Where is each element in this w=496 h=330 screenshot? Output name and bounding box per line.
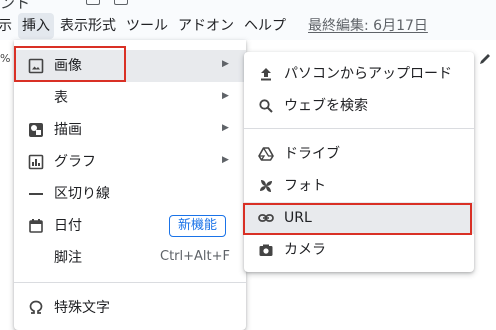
- insert-table-item[interactable]: 表 ▶: [14, 82, 246, 114]
- drive-item[interactable]: ドライブ: [244, 138, 474, 170]
- chart-icon: [28, 154, 44, 170]
- insert-chart-label: グラフ: [54, 154, 96, 170]
- menu-insert[interactable]: 挿入: [18, 13, 54, 39]
- calendar-icon: [28, 218, 44, 234]
- edit-mode-icon[interactable]: [478, 52, 492, 66]
- drive-icon: [258, 146, 274, 162]
- photos-icon: [258, 178, 274, 194]
- omega-icon: [28, 300, 44, 316]
- upload-from-computer-item[interactable]: パソコンからアップロード: [244, 58, 474, 90]
- insert-footnote-item[interactable]: 脚注 Ctrl+Alt+F: [14, 242, 246, 274]
- submenu-arrow-icon: ▶: [222, 59, 229, 69]
- horizontal-line-icon: [28, 186, 44, 202]
- move-icon[interactable]: [86, 0, 100, 5]
- menu-addons[interactable]: アドオン: [174, 13, 238, 39]
- search-web-item[interactable]: ウェブを検索: [244, 90, 474, 122]
- image-submenu: パソコンからアップロード ウェブを検索 ドライブ フォト URL カメラ: [244, 52, 474, 272]
- last-edit-link[interactable]: 最終編集: 6月17日: [304, 13, 432, 39]
- upload-from-computer-label: パソコンからアップロード: [284, 66, 452, 82]
- drive-label: ドライブ: [284, 146, 340, 162]
- camera-label: カメラ: [284, 242, 326, 258]
- highlight-url-item: [243, 203, 472, 235]
- star-icon[interactable]: [58, 0, 70, 4]
- search-web-label: ウェブを検索: [284, 98, 368, 114]
- cloud-status-icon[interactable]: [114, 0, 128, 5]
- highlight-image-item: [14, 46, 126, 82]
- menu-format[interactable]: 表示形式: [56, 13, 120, 39]
- upload-icon: [258, 66, 274, 82]
- insert-date-item[interactable]: 日付 新機能: [14, 210, 246, 242]
- camera-icon: [258, 242, 274, 258]
- menu-divider: [14, 282, 246, 283]
- photos-label: フォト: [284, 178, 326, 194]
- submenu-arrow-icon: ▶: [222, 155, 229, 165]
- insert-table-label: 表: [54, 90, 68, 106]
- insert-drawing-label: 描画: [54, 122, 82, 138]
- menu-help[interactable]: ヘルプ: [240, 13, 290, 39]
- search-icon: [258, 98, 274, 114]
- menu-bar-area: ント 示 挿入 表示形式 ツール アドオン ヘルプ 最終編集: 6月17日: [0, 0, 496, 40]
- submenu-divider: [244, 128, 474, 129]
- drawing-icon: [28, 122, 44, 138]
- new-feature-badge: 新機能: [169, 215, 227, 237]
- insert-menu: 画像 ▶ 表 ▶ 描画 ▶ グラフ ▶ 区切り線 日付 新機能 脚注 Ctrl+…: [14, 40, 246, 330]
- insert-horizontal-line-item[interactable]: 区切り線: [14, 178, 246, 210]
- insert-special-characters-label: 特殊文字: [54, 300, 110, 316]
- footnote-shortcut: Ctrl+Alt+F: [160, 249, 230, 264]
- insert-special-characters-item[interactable]: 特殊文字: [14, 292, 246, 324]
- menubar: 示 挿入 表示形式 ツール アドオン ヘルプ 最終編集: 6月17日: [0, 12, 434, 40]
- insert-drawing-item[interactable]: 描画 ▶: [14, 114, 246, 146]
- insert-chart-item[interactable]: グラフ ▶: [14, 146, 246, 178]
- camera-item[interactable]: カメラ: [244, 234, 474, 266]
- zoom-fragment[interactable]: %: [0, 52, 10, 65]
- insert-date-label: 日付: [54, 218, 82, 234]
- menu-tools[interactable]: ツール: [122, 13, 172, 39]
- photos-item[interactable]: フォト: [244, 170, 474, 202]
- insert-footnote-label: 脚注: [54, 250, 82, 266]
- submenu-arrow-icon: ▶: [222, 123, 229, 133]
- insert-horizontal-line-label: 区切り線: [54, 186, 110, 202]
- submenu-arrow-icon: ▶: [222, 91, 229, 101]
- menu-view[interactable]: 示: [0, 13, 16, 39]
- title-icons: [58, 0, 138, 5]
